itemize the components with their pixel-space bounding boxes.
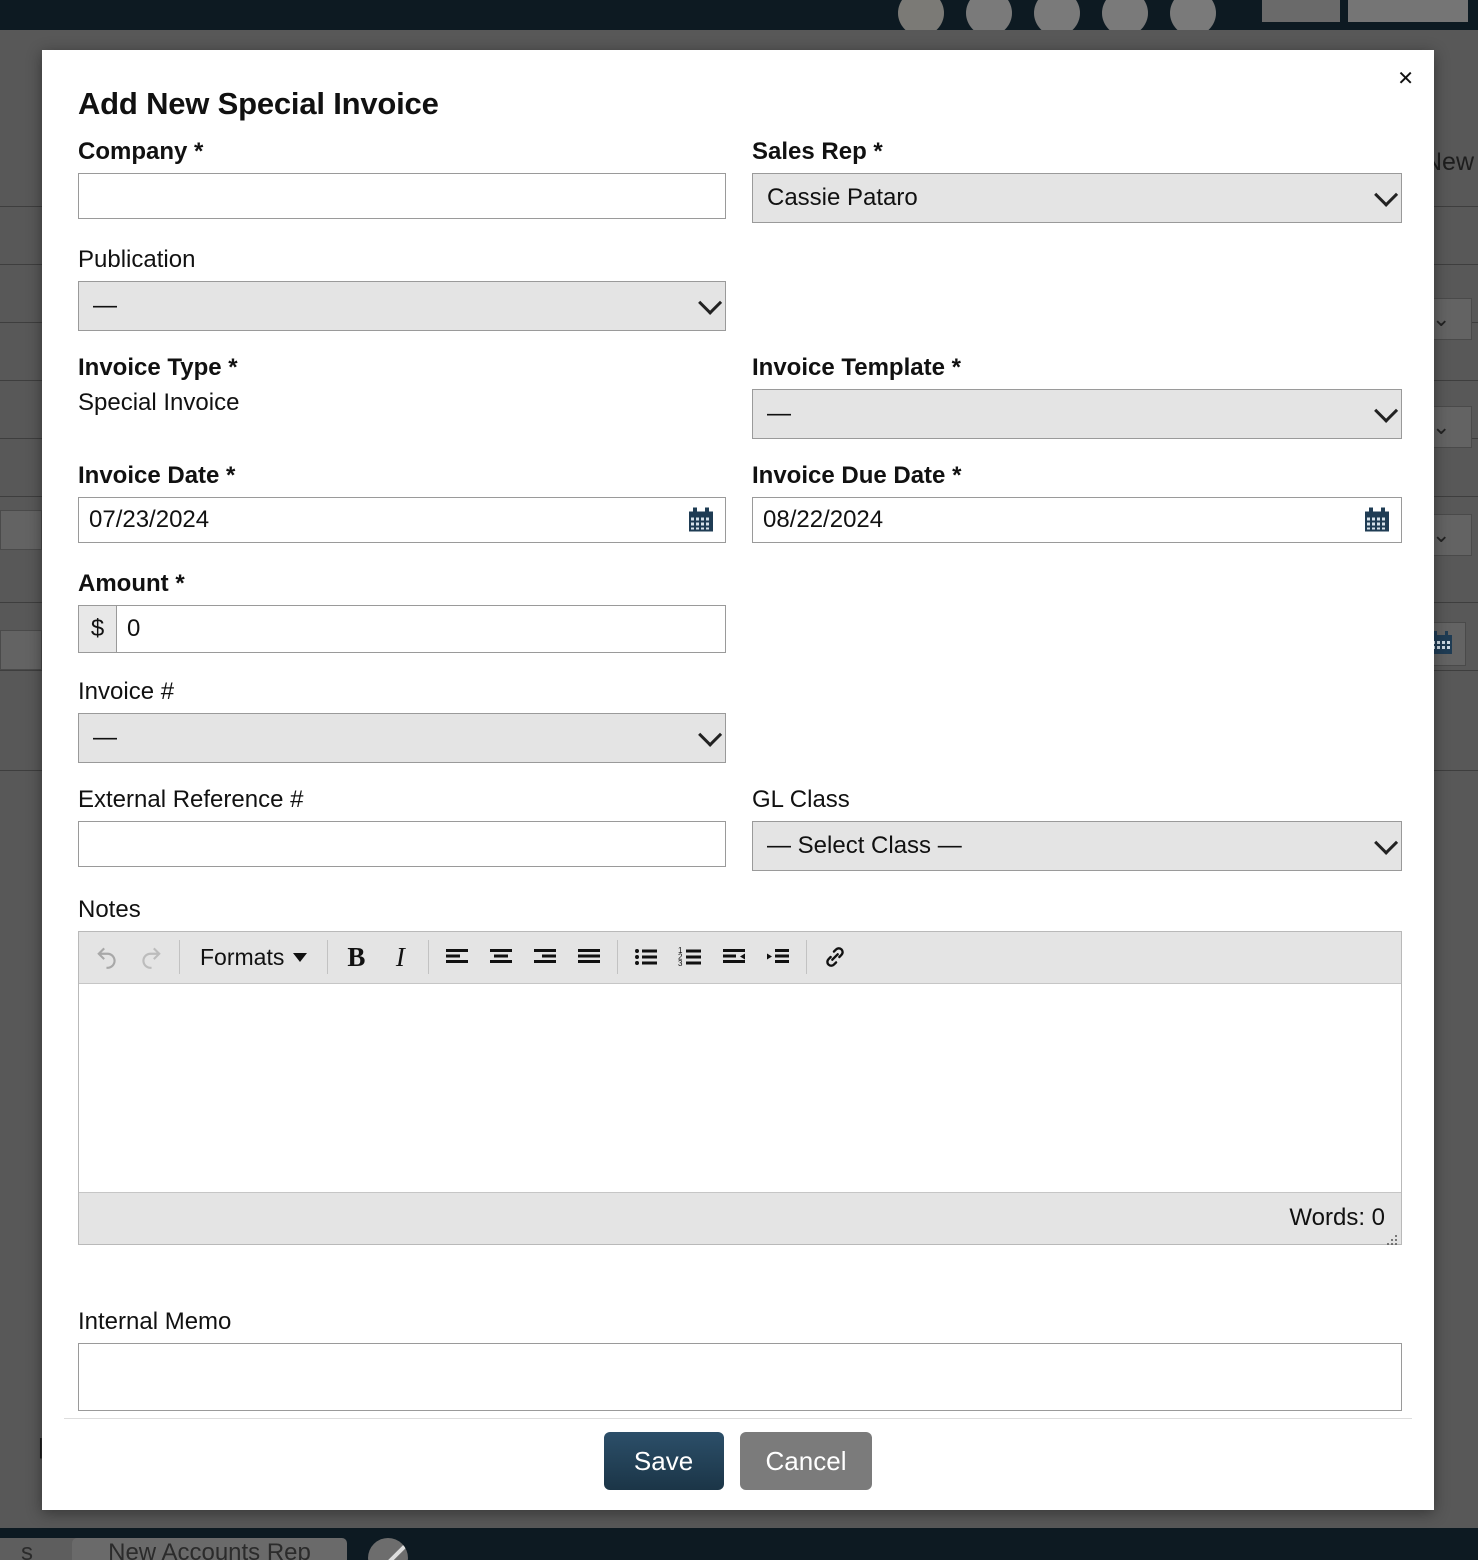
- add-special-invoice-dialog: ✕ Add New Special Invoice Company * Sale…: [42, 50, 1434, 1510]
- outdent-icon[interactable]: [712, 937, 756, 977]
- sales-rep-select[interactable]: Cassie Pataro: [752, 173, 1402, 223]
- topbar-button[interactable]: [1262, 0, 1340, 22]
- internal-memo-textarea[interactable]: [78, 1343, 1402, 1411]
- invoice-due-date-label: Invoice Due Date *: [752, 462, 1402, 491]
- gl-class-value: — Select Class —: [767, 832, 962, 860]
- amount-input[interactable]: [117, 606, 725, 652]
- chevron-down-icon: [293, 953, 307, 962]
- invoice-number-select[interactable]: —: [78, 713, 726, 763]
- invoice-type-label: Invoice Type *: [78, 354, 726, 383]
- external-reference-field-group: External Reference #: [78, 786, 726, 867]
- numbered-list-icon[interactable]: 123: [668, 937, 712, 977]
- gl-class-select[interactable]: — Select Class —: [752, 821, 1402, 871]
- bottom-tab[interactable]: New Accounts Rep: [72, 1538, 347, 1560]
- svg-text:3: 3: [678, 959, 683, 967]
- cancel-button[interactable]: Cancel: [740, 1432, 873, 1490]
- toolbar-separator: [428, 940, 429, 974]
- amount-label: Amount *: [78, 570, 726, 599]
- notes-rich-text-editor: Formats B I: [78, 931, 1402, 1245]
- toolbar-separator: [327, 940, 328, 974]
- invoice-form: Company * Sales Rep * Cassie Pataro Publ…: [78, 138, 1402, 1418]
- bullet-list-icon[interactable]: [624, 937, 668, 977]
- company-field-group: Company *: [78, 138, 726, 219]
- sales-rep-field-group: Sales Rep * Cassie Pataro: [752, 138, 1402, 223]
- indent-icon[interactable]: [756, 937, 800, 977]
- sales-rep-label: Sales Rep *: [752, 138, 1402, 167]
- company-label: Company *: [78, 138, 726, 167]
- invoice-number-field-group: Invoice # —: [78, 678, 726, 763]
- formats-label: Formats: [200, 944, 284, 971]
- footer-divider: [64, 1418, 1412, 1419]
- internal-memo-label: Internal Memo: [78, 1308, 1402, 1337]
- link-icon[interactable]: [813, 937, 857, 977]
- save-button[interactable]: Save: [604, 1432, 724, 1490]
- topbar-button[interactable]: [1348, 0, 1468, 22]
- currency-prefix: $: [79, 606, 117, 652]
- align-left-icon[interactable]: [435, 937, 479, 977]
- notes-editor-body[interactable]: [79, 984, 1401, 1192]
- invoice-type-field-group: Invoice Type * Special Invoice: [78, 354, 726, 417]
- app-topbar: [0, 0, 1478, 30]
- invoice-template-label: Invoice Template *: [752, 354, 1402, 383]
- align-justify-icon[interactable]: [567, 937, 611, 977]
- invoice-number-label: Invoice #: [78, 678, 726, 707]
- gl-class-field-group: GL Class — Select Class —: [752, 786, 1402, 871]
- amount-field-group: Amount * $: [78, 570, 726, 653]
- notes-label: Notes: [78, 896, 1402, 925]
- publication-value: —: [93, 292, 117, 320]
- resize-grip-icon[interactable]: [1384, 1227, 1398, 1241]
- align-center-icon[interactable]: [479, 937, 523, 977]
- publication-field-group: Publication —: [78, 246, 726, 331]
- external-reference-label: External Reference #: [78, 786, 726, 815]
- publication-label: Publication: [78, 246, 726, 275]
- invoice-template-field-group: Invoice Template * —: [752, 354, 1402, 439]
- word-count: Words: 0: [1289, 1204, 1385, 1232]
- sales-rep-value: Cassie Pataro: [767, 184, 918, 212]
- editor-toolbar: Formats B I: [79, 932, 1401, 984]
- editor-status-bar: Words: 0: [79, 1192, 1401, 1244]
- formats-dropdown[interactable]: Formats: [186, 937, 321, 977]
- invoice-type-value: Special Invoice: [78, 389, 726, 417]
- bottom-tab[interactable]: s: [0, 1538, 82, 1560]
- toolbar-separator: [179, 940, 180, 974]
- invoice-date-input[interactable]: [78, 497, 726, 543]
- close-icon[interactable]: ✕: [1397, 68, 1414, 88]
- invoice-number-value: —: [93, 724, 117, 752]
- internal-memo-field-group: Internal Memo: [78, 1308, 1402, 1416]
- publication-select[interactable]: —: [78, 281, 726, 331]
- external-reference-input[interactable]: [78, 821, 726, 867]
- company-input[interactable]: [78, 173, 726, 219]
- redo-icon[interactable]: [129, 937, 173, 977]
- invoice-date-label: Invoice Date *: [78, 462, 726, 491]
- invoice-template-value: —: [767, 400, 791, 428]
- align-right-icon[interactable]: [523, 937, 567, 977]
- dialog-title: Add New Special Invoice: [78, 86, 439, 122]
- invoice-due-date-input[interactable]: [752, 497, 1402, 543]
- undo-icon[interactable]: [85, 937, 129, 977]
- invoice-due-date-field-group: Invoice Due Date *: [752, 462, 1402, 543]
- gl-class-label: GL Class: [752, 786, 1402, 815]
- bold-button[interactable]: B: [334, 937, 378, 977]
- dialog-footer: Save Cancel: [42, 1432, 1434, 1490]
- notes-field-group: Notes Formats: [78, 896, 1402, 1245]
- bold-label: B: [347, 942, 365, 973]
- toolbar-separator: [806, 940, 807, 974]
- invoice-date-field-group: Invoice Date *: [78, 462, 726, 543]
- invoice-template-select[interactable]: —: [752, 389, 1402, 439]
- italic-button[interactable]: I: [378, 937, 422, 977]
- toolbar-separator: [617, 940, 618, 974]
- italic-label: I: [396, 942, 405, 973]
